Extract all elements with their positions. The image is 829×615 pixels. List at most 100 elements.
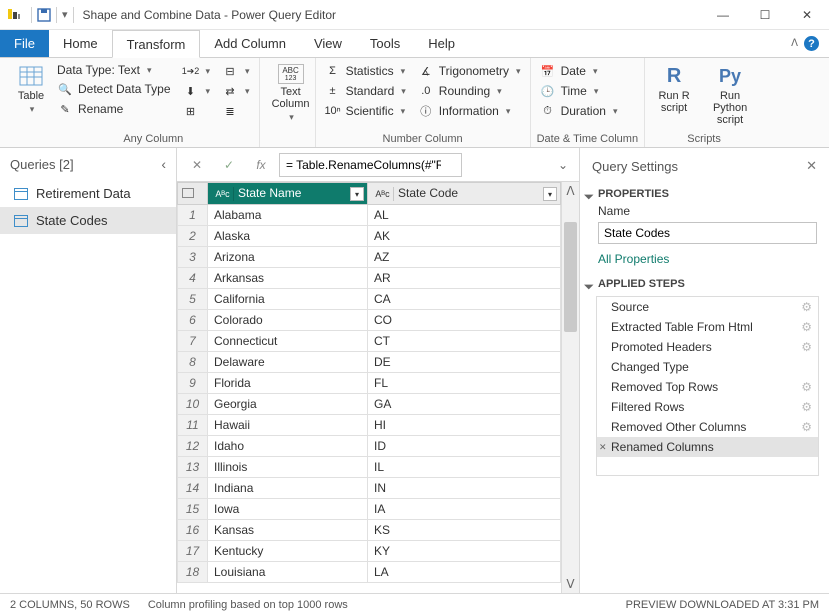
- standard-button[interactable]: ±Standard▾: [322, 82, 409, 100]
- tab-add-column[interactable]: Add Column: [200, 30, 300, 57]
- fill-button[interactable]: ⬇▾: [180, 82, 214, 100]
- table-row[interactable]: 11HawaiiHI: [178, 415, 561, 436]
- formula-input[interactable]: [279, 153, 462, 177]
- applied-step[interactable]: Filtered Rows⚙: [597, 397, 818, 417]
- cell-state-name[interactable]: Hawaii: [208, 415, 368, 436]
- rename-button[interactable]: ✎Rename: [54, 100, 174, 118]
- cell-state-name[interactable]: Illinois: [208, 457, 368, 478]
- cell-state-name[interactable]: Kansas: [208, 520, 368, 541]
- save-icon[interactable]: [37, 8, 51, 22]
- cell-state-code[interactable]: DE: [368, 352, 561, 373]
- statistics-button[interactable]: ΣStatistics▾: [322, 62, 409, 80]
- table-row[interactable]: 13IllinoisIL: [178, 457, 561, 478]
- cell-state-name[interactable]: Indiana: [208, 478, 368, 499]
- table-row[interactable]: 15IowaIA: [178, 499, 561, 520]
- run-r-button[interactable]: R Run R script: [651, 62, 697, 131]
- table-row[interactable]: 4ArkansasAR: [178, 268, 561, 289]
- applied-step[interactable]: Removed Top Rows⚙: [597, 377, 818, 397]
- cell-state-code[interactable]: AZ: [368, 247, 561, 268]
- cell-state-code[interactable]: CO: [368, 310, 561, 331]
- time-button[interactable]: 🕒Time▾: [537, 82, 621, 100]
- maximize-button[interactable]: ☐: [753, 8, 777, 22]
- tab-view[interactable]: View: [300, 30, 356, 57]
- text-column-button[interactable]: ABC123 Text Column ▾: [266, 62, 316, 125]
- collapse-ribbon-icon[interactable]: ᐱ: [791, 38, 798, 49]
- column-header-state-code[interactable]: AᴮcState Code▾: [368, 183, 561, 205]
- cell-state-name[interactable]: Colorado: [208, 310, 368, 331]
- tab-home[interactable]: Home: [49, 30, 112, 57]
- trig-button[interactable]: ∡Trigonometry▾: [415, 62, 524, 80]
- move-button[interactable]: ⇄▾: [219, 82, 253, 100]
- properties-section[interactable]: PROPERTIES: [580, 182, 829, 204]
- detect-data-type-button[interactable]: 🔍Detect Data Type: [54, 80, 174, 98]
- qat-overflow[interactable]: ▾: [62, 8, 68, 21]
- gear-icon[interactable]: ⚙: [801, 420, 812, 434]
- gear-icon[interactable]: ⚙: [801, 300, 812, 314]
- cell-state-name[interactable]: Delaware: [208, 352, 368, 373]
- help-icon[interactable]: ?: [804, 36, 819, 51]
- confirm-formula-icon[interactable]: ✓: [215, 154, 243, 176]
- minimize-button[interactable]: —: [711, 8, 735, 22]
- unpivot-button[interactable]: ⊟▾: [219, 62, 253, 80]
- cell-state-code[interactable]: AK: [368, 226, 561, 247]
- table-row[interactable]: 6ColoradoCO: [178, 310, 561, 331]
- cell-state-name[interactable]: Idaho: [208, 436, 368, 457]
- close-button[interactable]: ✕: [795, 8, 819, 22]
- gear-icon[interactable]: ⚙: [801, 380, 812, 394]
- cell-state-name[interactable]: Arizona: [208, 247, 368, 268]
- table-row[interactable]: 17KentuckyKY: [178, 541, 561, 562]
- column-header-state-name[interactable]: AᴮcState Name▾: [208, 183, 368, 205]
- cell-state-name[interactable]: Georgia: [208, 394, 368, 415]
- table-row[interactable]: 12IdahoID: [178, 436, 561, 457]
- table-row[interactable]: 2AlaskaAK: [178, 226, 561, 247]
- cell-state-code[interactable]: CA: [368, 289, 561, 310]
- information-button[interactable]: ⓘInformation▾: [415, 102, 524, 120]
- table-row[interactable]: 18LouisianaLA: [178, 562, 561, 583]
- cell-state-name[interactable]: California: [208, 289, 368, 310]
- applied-step[interactable]: Extracted Table From Html⚙: [597, 317, 818, 337]
- table-row[interactable]: 14IndianaIN: [178, 478, 561, 499]
- cell-state-name[interactable]: Arkansas: [208, 268, 368, 289]
- replace-values-button[interactable]: 1➔2▾: [180, 62, 214, 80]
- run-python-button[interactable]: Py Run Python script: [703, 62, 757, 131]
- cell-state-name[interactable]: Louisiana: [208, 562, 368, 583]
- gear-icon[interactable]: ⚙: [801, 320, 812, 334]
- table-row[interactable]: 10GeorgiaGA: [178, 394, 561, 415]
- scroll-up-icon[interactable]: ᐱ: [562, 182, 579, 200]
- filter-dropdown-icon[interactable]: ▾: [543, 187, 557, 201]
- cell-state-name[interactable]: Kentucky: [208, 541, 368, 562]
- applied-step[interactable]: Changed Type: [597, 357, 818, 377]
- convert-list-button[interactable]: ≣: [219, 102, 253, 120]
- query-item-state-codes[interactable]: State Codes: [0, 207, 176, 234]
- cell-state-code[interactable]: ID: [368, 436, 561, 457]
- table-row[interactable]: 7ConnecticutCT: [178, 331, 561, 352]
- cell-state-code[interactable]: FL: [368, 373, 561, 394]
- select-all-corner[interactable]: [178, 183, 208, 205]
- date-button[interactable]: 📅Date▾: [537, 62, 621, 80]
- cell-state-code[interactable]: KS: [368, 520, 561, 541]
- cell-state-name[interactable]: Connecticut: [208, 331, 368, 352]
- cell-state-name[interactable]: Florida: [208, 373, 368, 394]
- gear-icon[interactable]: ⚙: [801, 400, 812, 414]
- pivot-button[interactable]: ⊞: [180, 102, 214, 120]
- tab-file[interactable]: File: [0, 30, 49, 57]
- rounding-button[interactable]: .0Rounding▾: [415, 82, 524, 100]
- data-grid[interactable]: AᴮcState Name▾ AᴮcState Code▾ 1AlabamaAL…: [177, 182, 561, 593]
- duration-button[interactable]: ⏱Duration▾: [537, 102, 621, 120]
- vertical-scrollbar[interactable]: ᐱ ᐯ: [561, 182, 579, 593]
- table-row[interactable]: 8DelawareDE: [178, 352, 561, 373]
- fx-icon[interactable]: fx: [247, 154, 275, 176]
- gear-icon[interactable]: ⚙: [801, 340, 812, 354]
- scroll-thumb[interactable]: [564, 222, 577, 332]
- table-row[interactable]: 16KansasKS: [178, 520, 561, 541]
- table-row[interactable]: 3ArizonaAZ: [178, 247, 561, 268]
- close-icon[interactable]: ✕: [806, 158, 817, 174]
- cell-state-code[interactable]: KY: [368, 541, 561, 562]
- cell-state-code[interactable]: IN: [368, 478, 561, 499]
- scroll-down-icon[interactable]: ᐯ: [562, 575, 579, 593]
- cell-state-code[interactable]: AR: [368, 268, 561, 289]
- cancel-formula-icon[interactable]: ✕: [183, 154, 211, 176]
- cell-state-code[interactable]: AL: [368, 205, 561, 226]
- cell-state-name[interactable]: Iowa: [208, 499, 368, 520]
- table-row[interactable]: 9FloridaFL: [178, 373, 561, 394]
